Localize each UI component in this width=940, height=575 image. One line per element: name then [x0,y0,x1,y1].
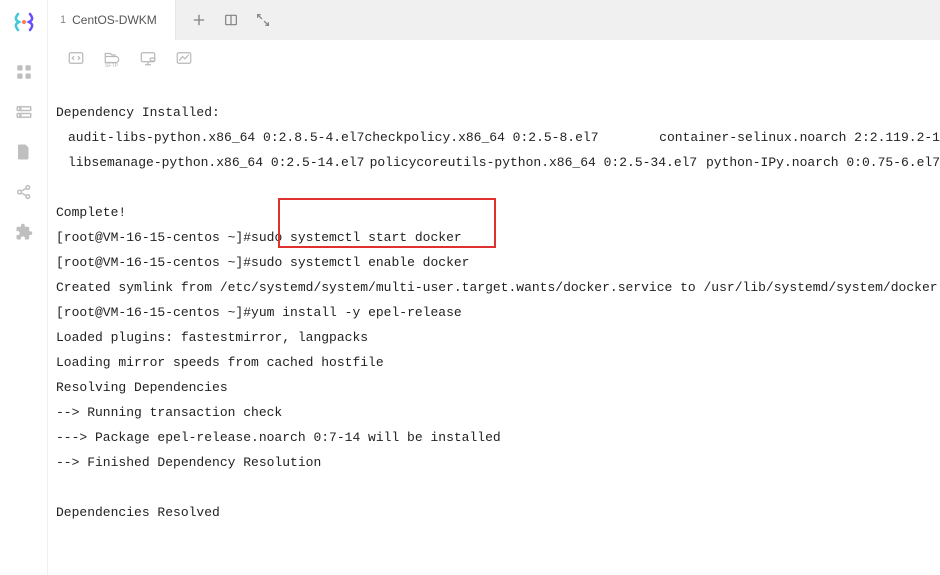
dep-cell: checkpolicy.x86_64 0:2.5-8.el7 [364,125,659,150]
dashboard-icon[interactable] [14,62,34,82]
sftp-label: SFTP [105,63,118,69]
dep-row: libsemanage-python.x86_64 0:2.5-14.el7 p… [54,150,940,175]
dep-cell: libsemanage-python.x86_64 0:2.5-14.el7 [68,150,370,175]
terminal-wrap: Dependency Installed: audit-libs-python.… [48,76,940,525]
output-line: --> Finished Dependency Resolution [54,450,940,475]
symlink-line: Created symlink from /etc/systemd/system… [54,275,940,300]
prompt-cmd: sudo systemctl enable docker [251,250,469,275]
prompt-cmd: yum install -y epel-release [251,300,462,325]
prompt-line: [root@VM-16-15-centos ~]# yum install -y… [54,300,940,325]
dep-cell: audit-libs-python.x86_64 0:2.8.5-4.el7 [68,125,364,150]
dep-cell: python-IPy.noarch 0:0.75-6.el7 [706,150,940,175]
prompt-cmd: sudo systemctl start docker [251,225,462,250]
chart-tool-icon[interactable] [174,48,194,68]
dep-cell: container-selinux.noarch 2:2.119.2-1 [659,125,940,150]
left-sidebar [0,0,48,575]
tab-centos[interactable]: 1 CentOS-DWKM [48,0,176,40]
blank-line [54,475,940,500]
output-line: Resolving Dependencies [54,375,940,400]
expand-icon[interactable] [254,11,272,29]
dep-row: audit-libs-python.x86_64 0:2.8.5-4.el7 c… [54,125,940,150]
share-icon[interactable] [14,182,34,202]
dep-cell: policycoreutils-python.x86_64 0:2.5-34.e… [370,150,706,175]
prompt-prefix: [root@VM-16-15-centos ~]# [56,250,251,275]
split-view-icon[interactable] [222,11,240,29]
extension-icon[interactable] [14,222,34,242]
blank-line [54,175,940,200]
output-line: --> Running transaction check [54,400,940,425]
code-tool-icon[interactable] [66,48,86,68]
app-logo-icon[interactable] [12,10,36,34]
title-bar: 1 CentOS-DWKM [48,0,940,40]
prompt-prefix: [root@VM-16-15-centos ~]# [56,225,251,250]
output-line: Loading mirror speeds from cached hostfi… [54,350,940,375]
prompt-line: [root@VM-16-15-centos ~]# sudo systemctl… [54,225,940,250]
file-icon[interactable] [14,142,34,162]
deps-resolved-line: Dependencies Resolved [54,500,940,525]
add-tab-icon[interactable] [190,11,208,29]
tab-title: CentOS-DWKM [72,13,157,27]
output-line: Loaded plugins: fastestmirror, langpacks [54,325,940,350]
prompt-line: [root@VM-16-15-centos ~]# sudo systemctl… [54,250,940,275]
prompt-prefix: [root@VM-16-15-centos ~]# [56,300,251,325]
titlebar-actions [176,11,272,29]
main-area: 1 CentOS-DWKM SFTP [48,0,940,575]
monitor-tool-icon[interactable] [138,48,158,68]
sftp-tool-icon[interactable]: SFTP [102,48,122,68]
terminal[interactable]: Dependency Installed: audit-libs-python.… [48,76,940,525]
server-icon[interactable] [14,102,34,122]
output-line: ---> Package epel-release.noarch 0:7-14 … [54,425,940,450]
tab-index: 1 [60,14,66,26]
dep-installed-header: Dependency Installed: [54,100,940,125]
toolbar: SFTP [48,40,940,76]
complete-line: Complete! [54,200,940,225]
